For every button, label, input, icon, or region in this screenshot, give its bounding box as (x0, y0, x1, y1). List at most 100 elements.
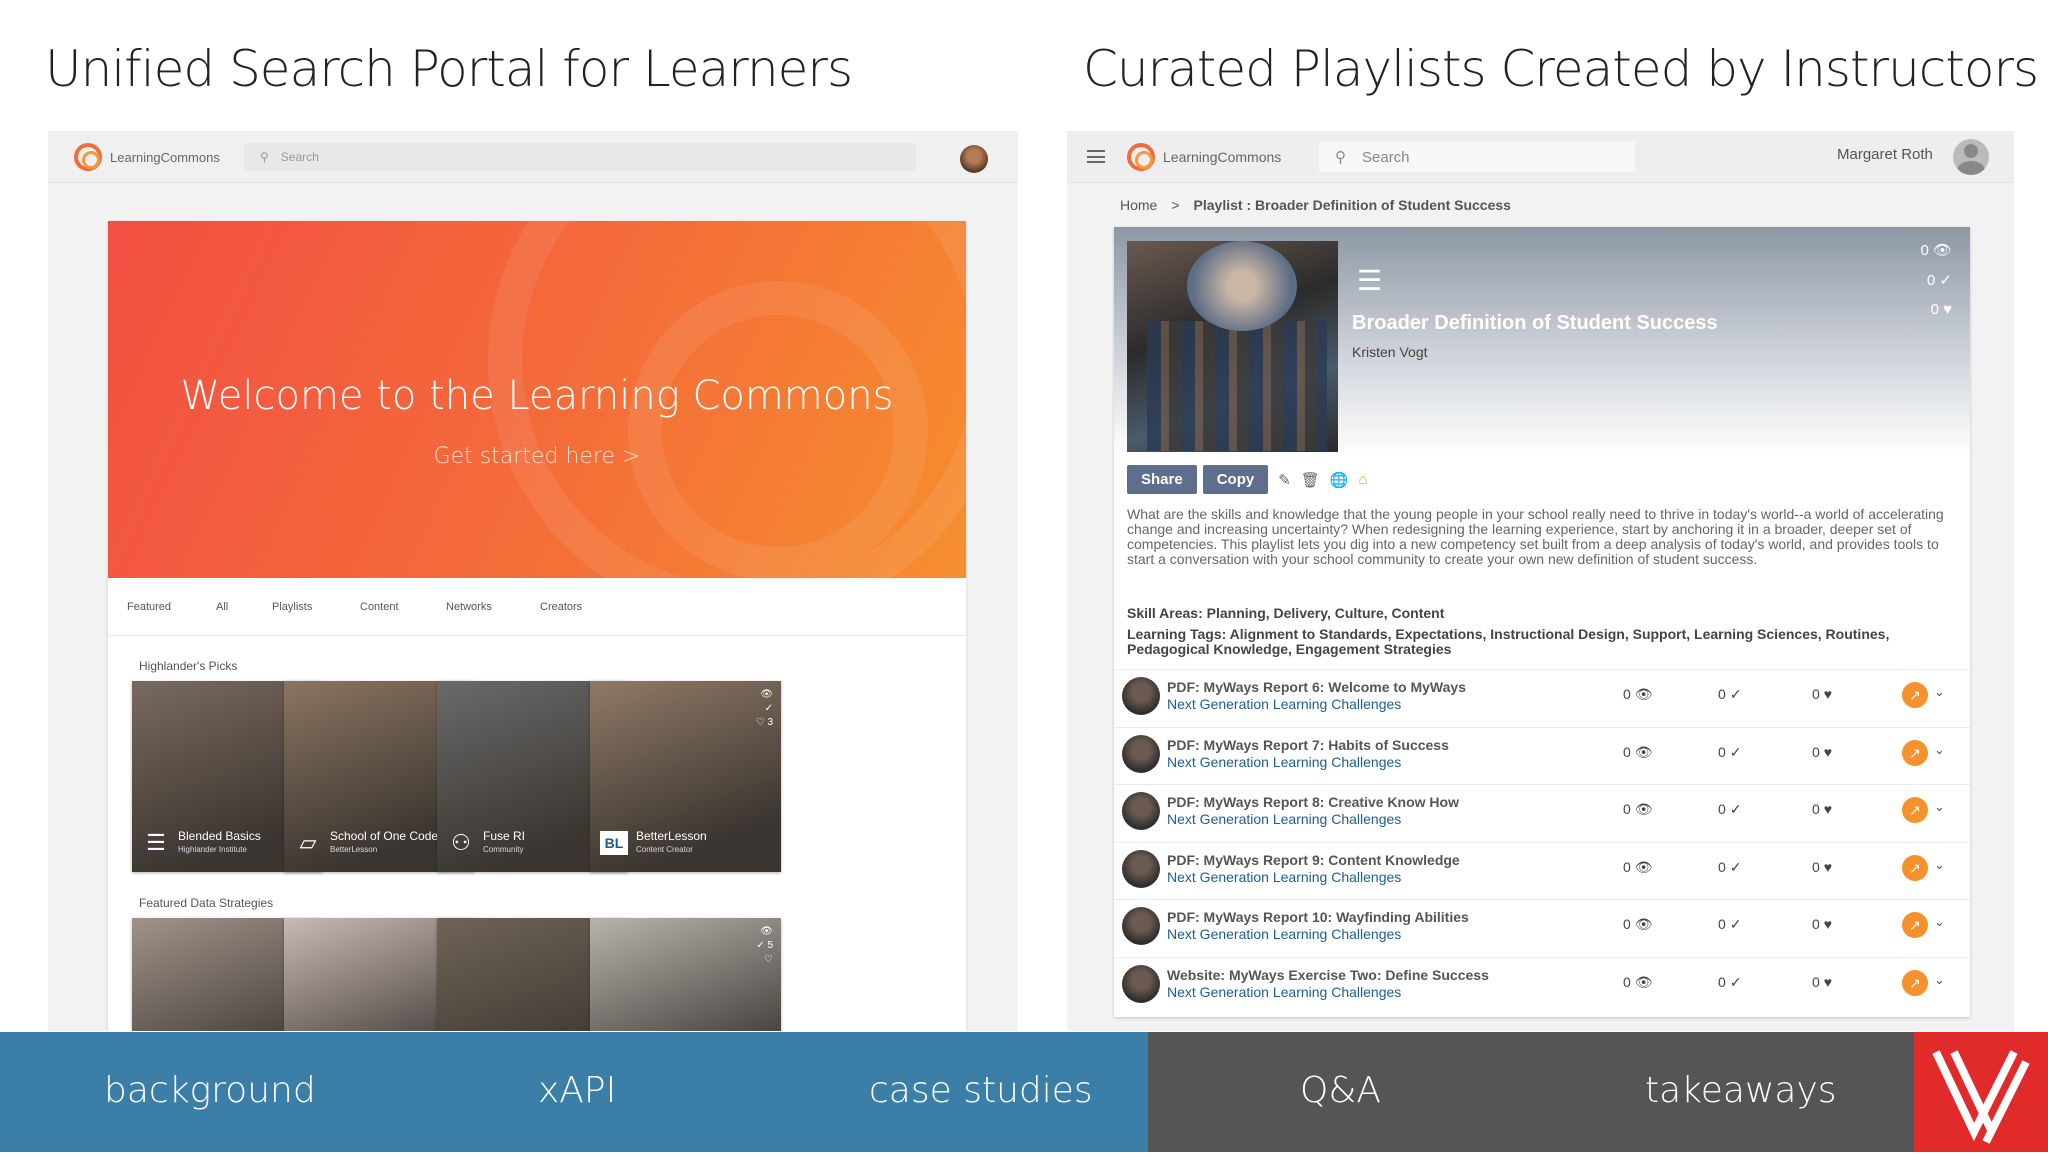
portal-header: LearningCommons ⚲ Search (48, 131, 1018, 183)
search-input[interactable]: ⚲ Search (244, 143, 916, 171)
resource-title[interactable]: Website: MyWays Exercise Two: Define Suc… (1167, 967, 1489, 983)
open-external-icon[interactable]: ↗ (1902, 797, 1928, 823)
globe-icon[interactable]: 🌐 (1330, 471, 1349, 489)
card-label: BL BetterLesson Content Creator (600, 830, 707, 856)
chevron-down-icon[interactable]: ⌄ (1934, 857, 1945, 873)
nav-xapi[interactable]: xAPI (538, 1070, 616, 1111)
resource-source-link[interactable]: Next Generation Learning Challenges (1167, 984, 1401, 1000)
user-avatar[interactable] (960, 145, 988, 173)
resource-source-link[interactable]: Next Generation Learning Challenges (1167, 926, 1401, 942)
resource-source-link[interactable]: Next Generation Learning Challenges (1167, 696, 1401, 712)
tab-content[interactable]: Content (360, 601, 446, 613)
eye-icon: 👁 (760, 689, 773, 700)
tab-creators[interactable]: Creators (540, 601, 582, 613)
check-icon: ✓ (1939, 272, 1952, 289)
eye-icon: 👁 (1634, 801, 1653, 817)
heart-icon: ♡ (755, 717, 765, 728)
portal-content-card: Welcome to the Learning Commons Get star… (108, 221, 966, 1031)
open-external-icon[interactable]: ↗ (1902, 854, 1928, 881)
resource-row[interactable]: PDF: MyWays Report 10: Wayfinding Abilit… (1114, 899, 1970, 956)
tab-featured[interactable]: Featured (127, 601, 216, 613)
nav-takeaways[interactable]: takeaways (1645, 1070, 1837, 1111)
get-started-link[interactable]: Get started here > (108, 444, 966, 469)
heart-icon: ♡ (764, 954, 773, 965)
checks-stat: ✓ 5 (756, 940, 773, 951)
strategy-card[interactable]: 👁 ✓ 5 ♡ (590, 918, 781, 1031)
nav-background[interactable]: background (104, 1070, 316, 1111)
breadcrumb-home[interactable]: Home (1120, 197, 1157, 213)
heart-icon: ♥ (1823, 801, 1832, 817)
eye-icon: 👁 (1634, 858, 1653, 875)
resource-title[interactable]: PDF: MyWays Report 6: Welcome to MyWays (1167, 679, 1466, 695)
tab-networks[interactable]: Networks (446, 601, 540, 613)
resource-thumbnail (1122, 677, 1160, 715)
playlist-list-icon: ☰ (1357, 265, 1383, 296)
resource-row[interactable]: PDF: MyWays Report 6: Welcome to MyWays … (1114, 669, 1970, 726)
views-stat: 👁 (756, 926, 773, 937)
resource-title[interactable]: PDF: MyWays Report 10: Wayfinding Abilit… (1167, 909, 1469, 925)
resource-source-link[interactable]: Next Generation Learning Challenges (1167, 869, 1401, 885)
playlist-author[interactable]: Kristen Vogt (1352, 344, 1428, 360)
breadcrumb-separator: > (1171, 197, 1180, 213)
pick-card[interactable]: 👁 ✓ ♡ 3 BL BetterLesson Content Creator (590, 681, 781, 872)
book-icon: ▱ (299, 830, 317, 855)
chevron-down-icon[interactable]: ⌄ (1934, 972, 1945, 988)
heart-icon: ♥ (1823, 743, 1832, 760)
resource-likes: 0 ♥ (1812, 858, 1832, 875)
slide-title-left: Unified Search Portal for Learners (45, 40, 853, 98)
user-avatar[interactable] (1953, 139, 1989, 175)
people-icon: ⚇ (451, 830, 471, 855)
eye-icon: 👁 (760, 926, 773, 937)
resource-title[interactable]: PDF: MyWays Report 7: Habits of Success (1167, 737, 1449, 753)
skill-areas: Skill Areas: Planning, Delivery, Culture… (1127, 605, 1445, 621)
resource-row[interactable]: PDF: MyWays Report 9: Content Knowledge … (1114, 841, 1970, 899)
chevron-down-icon[interactable]: ⌄ (1934, 742, 1945, 758)
chevron-down-icon[interactable]: ⌄ (1934, 914, 1945, 930)
nav-case-studies[interactable]: case studies (869, 1070, 1093, 1111)
resource-checks: 0 ✓ (1718, 973, 1742, 990)
edit-pencil-icon[interactable]: ✎ (1278, 471, 1291, 489)
open-external-icon[interactable]: ↗ (1902, 739, 1928, 766)
resource-row[interactable]: PDF: MyWays Report 8: Creative Know How … (1114, 784, 1970, 841)
open-external-icon[interactable]: ↗ (1902, 969, 1928, 996)
playlist-cover-photo (1127, 241, 1338, 452)
resource-title[interactable]: PDF: MyWays Report 9: Content Knowledge (1167, 852, 1460, 868)
resource-likes: 0 ♥ (1812, 686, 1832, 702)
tab-playlists[interactable]: Playlists (272, 601, 360, 613)
list-icon: ☰ (146, 830, 166, 855)
resource-likes: 0 ♥ (1812, 743, 1832, 760)
search-placeholder: Search (280, 150, 319, 164)
resource-source-link[interactable]: Next Generation Learning Challenges (1167, 811, 1401, 827)
resource-thumbnail (1122, 964, 1160, 1003)
learningcommons-logo[interactable]: LearningCommons (74, 143, 220, 171)
share-button[interactable]: Share (1127, 465, 1197, 494)
brand-logo-icon (1932, 1050, 2030, 1144)
tab-all[interactable]: All (216, 601, 272, 613)
resource-title[interactable]: PDF: MyWays Report 8: Creative Know How (1167, 794, 1459, 810)
check-icon: ✓ (1729, 686, 1742, 702)
open-external-icon[interactable]: ↗ (1902, 682, 1928, 708)
home-icon[interactable]: ⌂ (1359, 471, 1368, 488)
trash-icon[interactable]: 🗑 (1301, 471, 1320, 489)
resource-checks: 0 ✓ (1718, 916, 1742, 932)
views-count: 0 👁 (1920, 242, 1952, 259)
chevron-down-icon[interactable]: ⌄ (1934, 684, 1945, 700)
bl-logo-icon: BL (600, 831, 628, 855)
resource-views: 0 👁 (1623, 686, 1653, 702)
resource-views: 0 👁 (1623, 801, 1653, 817)
search-input[interactable]: ⚲ Search (1319, 142, 1635, 172)
resource-source-link[interactable]: Next Generation Learning Challenges (1167, 754, 1401, 770)
logo-icon (1127, 143, 1155, 171)
resource-row[interactable]: Website: MyWays Exercise Two: Define Suc… (1114, 956, 1970, 1014)
user-name[interactable]: Margaret Roth (1837, 146, 1933, 163)
resource-row[interactable]: PDF: MyWays Report 7: Habits of Success … (1114, 726, 1970, 784)
eye-icon: 👁 (1634, 916, 1653, 932)
learningcommons-logo[interactable]: LearningCommons (1127, 143, 1281, 171)
likes-stat: ♡ 3 (755, 717, 773, 728)
open-external-icon[interactable]: ↗ (1902, 912, 1928, 938)
playlist-card: ☰ Broader Definition of Student Success … (1114, 227, 1970, 1017)
hamburger-menu-icon[interactable] (1087, 150, 1105, 163)
chevron-down-icon[interactable]: ⌄ (1934, 799, 1945, 815)
nav-qa[interactable]: Q&A (1300, 1070, 1381, 1111)
copy-button[interactable]: Copy (1202, 465, 1269, 494)
